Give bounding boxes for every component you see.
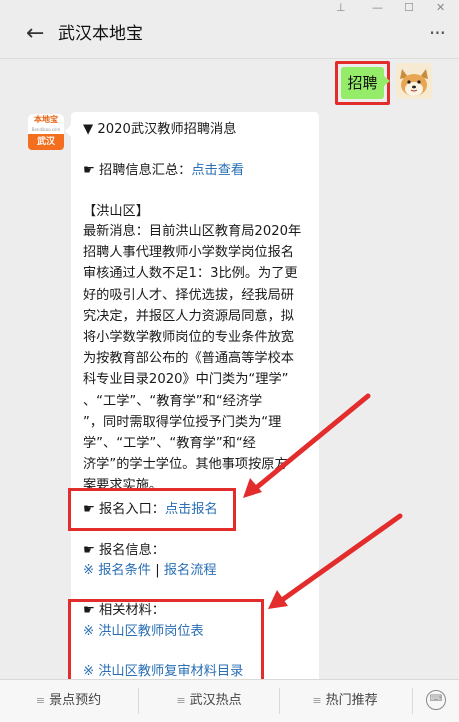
menu-item-scenic-booking[interactable]: ≡ 景点预约	[0, 680, 137, 722]
menu-lines-icon: ≡	[312, 694, 322, 707]
arrow-to-materials-icon	[268, 513, 403, 609]
menu-item-label: 热门推荐	[325, 693, 378, 708]
arrow-to-signup-icon	[243, 393, 371, 498]
menu-separator	[412, 688, 413, 714]
menu-lines-icon: ≡	[176, 694, 186, 707]
menu-item-label: 景点预约	[49, 693, 102, 708]
menu-item-hot-recommend[interactable]: ≡ 热门推荐	[280, 680, 410, 722]
menu-lines-icon: ≡	[35, 694, 46, 707]
bottom-menu: ≡ 景点预约 ≡ 武汉热点 ≡ 热门推荐 ⌨	[0, 679, 459, 722]
menu-item-label: 武汉热点	[189, 693, 242, 708]
menu-item-wuhan-hot[interactable]: ≡ 武汉热点	[139, 680, 279, 722]
annotation-arrows	[243, 393, 403, 609]
keyboard-toggle-icon[interactable]: ⌨	[426, 690, 446, 710]
